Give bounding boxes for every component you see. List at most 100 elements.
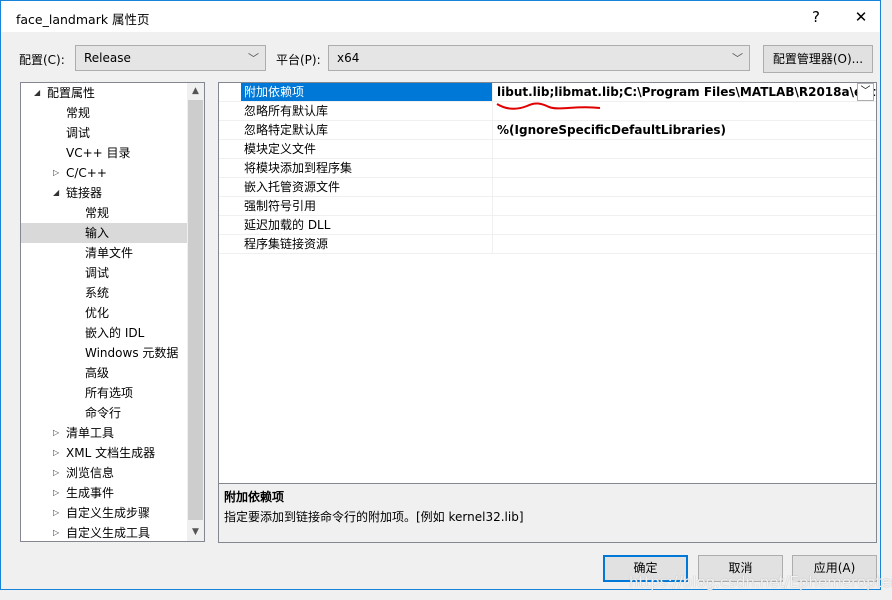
property-row[interactable]: 嵌入托管资源文件 xyxy=(219,178,876,197)
property-value[interactable] xyxy=(492,235,876,253)
chevron-down-icon: ﹀ xyxy=(248,52,259,65)
property-grid: 附加依赖项 libut.lib;libmat.lib;C:\Program Fil… xyxy=(218,82,877,543)
tree-item-label: 链接器 xyxy=(66,186,103,200)
tree-scrollbar[interactable]: ▲ ▼ xyxy=(187,83,204,541)
tree-item[interactable]: ▷ 自定义生成步骤 xyxy=(21,503,187,523)
tree-item[interactable]: ▷ 生成事件 xyxy=(21,483,187,503)
tree-item[interactable]: 清单文件 xyxy=(21,243,187,263)
tree-item[interactable]: 常规 xyxy=(21,203,187,223)
property-value[interactable] xyxy=(492,102,876,120)
config-manager-button[interactable]: 配置管理器(O)... xyxy=(763,45,873,73)
tree-item[interactable]: 输入 xyxy=(21,223,187,243)
tree-item-label: 自定义生成工具 xyxy=(66,526,151,540)
collapsed-arrow-icon[interactable]: ▷ xyxy=(53,463,59,483)
tree-item[interactable]: ▷ C/C++ xyxy=(21,163,187,183)
help-button[interactable]: ? xyxy=(801,5,831,29)
platform-value: x64 xyxy=(337,51,360,65)
window-title: face_landmark 属性页 xyxy=(16,12,150,27)
tree-item-label: 清单文件 xyxy=(85,246,134,260)
tree-item-label: 调试 xyxy=(66,126,91,140)
collapsed-arrow-icon[interactable]: ▷ xyxy=(53,423,59,443)
description-title: 附加依赖项 xyxy=(224,490,285,504)
expanded-arrow-icon[interactable]: ◢ xyxy=(34,83,40,103)
tree-item[interactable]: ▷ 浏览信息 xyxy=(21,463,187,483)
tree-item-label: XML 文档生成器 xyxy=(66,446,156,460)
tree-item-label: 嵌入的 IDL xyxy=(85,326,145,340)
property-name: 附加依赖项 xyxy=(241,83,492,101)
property-name: 忽略所有默认库 xyxy=(244,104,329,118)
property-name: 程序集链接资源 xyxy=(244,237,329,251)
chevron-down-icon[interactable]: ﹀ xyxy=(857,83,874,101)
description-text: 指定要添加到链接命令行的附加项。[例如 kernel32.lib] xyxy=(224,510,524,524)
tree-item[interactable]: ◢ 链接器 xyxy=(21,183,187,203)
property-value[interactable] xyxy=(492,159,876,177)
title-bar: face_landmark 属性页 ? ✕ xyxy=(1,1,880,32)
property-dialog: face_landmark 属性页 ? ✕ 配置(C): Release ﹀ 平台… xyxy=(0,0,892,591)
tree-item-label: VC++ 目录 xyxy=(66,146,131,160)
property-row[interactable]: 延迟加载的 DLL xyxy=(219,216,876,235)
property-value[interactable] xyxy=(492,216,876,234)
tree-item[interactable]: 调试 xyxy=(21,123,187,143)
tree-item[interactable]: 所有选项 xyxy=(21,383,187,403)
tree-item-label: 生成事件 xyxy=(66,486,115,500)
tree-item[interactable]: ▷ XML 文档生成器 xyxy=(21,443,187,463)
property-row[interactable]: 将模块添加到程序集 xyxy=(219,159,876,178)
tree-item-label: 清单工具 xyxy=(66,426,115,440)
tree-item[interactable]: Windows 元数据 xyxy=(21,343,187,363)
config-select[interactable]: Release ﹀ xyxy=(75,45,266,71)
scroll-down-icon[interactable]: ▼ xyxy=(187,524,204,541)
property-row[interactable]: 强制符号引用 xyxy=(219,197,876,216)
property-value[interactable]: %(IgnoreSpecificDefaultLibraries) xyxy=(492,121,876,139)
tree-item[interactable]: 常规 xyxy=(21,103,187,123)
tree-item-label: 优化 xyxy=(85,306,110,320)
property-row[interactable]: 忽略所有默认库 xyxy=(219,102,876,121)
tree-item-label: 浏览信息 xyxy=(66,466,115,480)
expanded-arrow-icon[interactable]: ◢ xyxy=(53,183,59,203)
property-name: 模块定义文件 xyxy=(244,142,317,156)
close-button[interactable]: ✕ xyxy=(846,5,876,29)
tree-item-label: 调试 xyxy=(85,266,110,280)
config-label: 配置(C): xyxy=(19,53,65,67)
tree-item[interactable]: 高级 xyxy=(21,363,187,383)
settings-tree: ▲ ▼ ◢ 配置属性 常规 调试 VC++ 目录 ▷ C/C++ ◢ 链接器 常规 输入 清单文件 调试… xyxy=(20,82,205,542)
property-name: 忽略特定默认库 xyxy=(244,123,329,137)
tree-item-label: C/C++ xyxy=(66,166,107,180)
tree-item-label: 系统 xyxy=(85,286,110,300)
property-value[interactable]: libut.lib;libmat.lib;C:\Program Files\MA… xyxy=(492,83,876,101)
config-value: Release xyxy=(84,51,131,65)
tree-item-label: 命令行 xyxy=(85,406,122,420)
scroll-up-icon[interactable]: ▲ xyxy=(187,83,204,100)
platform-select[interactable]: x64 ﹀ xyxy=(328,45,750,71)
tree-item[interactable]: ▷ 清单工具 xyxy=(21,423,187,443)
collapsed-arrow-icon[interactable]: ▷ xyxy=(53,503,59,523)
property-name: 强制符号引用 xyxy=(244,199,317,213)
property-value[interactable] xyxy=(492,140,876,158)
collapsed-arrow-icon[interactable]: ▷ xyxy=(53,443,59,463)
tree-item-label: Windows 元数据 xyxy=(85,346,179,360)
tree-item-label: 所有选项 xyxy=(85,386,134,400)
scrollbar-thumb[interactable] xyxy=(188,100,203,520)
tree-item[interactable]: 调试 xyxy=(21,263,187,283)
property-row[interactable]: 模块定义文件 xyxy=(219,140,876,159)
chevron-down-icon: ﹀ xyxy=(732,52,743,65)
collapsed-arrow-icon[interactable]: ▷ xyxy=(53,163,59,183)
property-row[interactable]: 忽略特定默认库 %(IgnoreSpecificDefaultLibraries) xyxy=(219,121,876,140)
tree-item-label: 高级 xyxy=(85,366,110,380)
property-row[interactable]: 附加依赖项 libut.lib;libmat.lib;C:\Program Fil… xyxy=(219,83,876,110)
tree-item-label: 配置属性 xyxy=(47,86,96,100)
tree-item[interactable]: 命令行 xyxy=(21,403,187,423)
tree-item[interactable]: 嵌入的 IDL xyxy=(21,323,187,343)
description-panel: 附加依赖项 指定要添加到链接命令行的附加项。[例如 kernel32.lib] xyxy=(218,483,877,543)
collapsed-arrow-icon[interactable]: ▷ xyxy=(53,483,59,503)
tree-item[interactable]: ◢ 配置属性 xyxy=(21,83,187,103)
tree-item[interactable]: ▷ 自定义生成工具 xyxy=(21,523,187,543)
tree-item[interactable]: 系统 xyxy=(21,283,187,303)
property-value[interactable] xyxy=(492,197,876,215)
tree-item[interactable]: 优化 xyxy=(21,303,187,323)
property-row[interactable]: 程序集链接资源 xyxy=(219,235,876,254)
property-name: 延迟加载的 DLL xyxy=(244,218,331,232)
collapsed-arrow-icon[interactable]: ▷ xyxy=(53,523,59,543)
tree-item[interactable]: VC++ 目录 xyxy=(21,143,187,163)
tree-item-label: 常规 xyxy=(66,106,91,120)
property-value[interactable] xyxy=(492,178,876,196)
